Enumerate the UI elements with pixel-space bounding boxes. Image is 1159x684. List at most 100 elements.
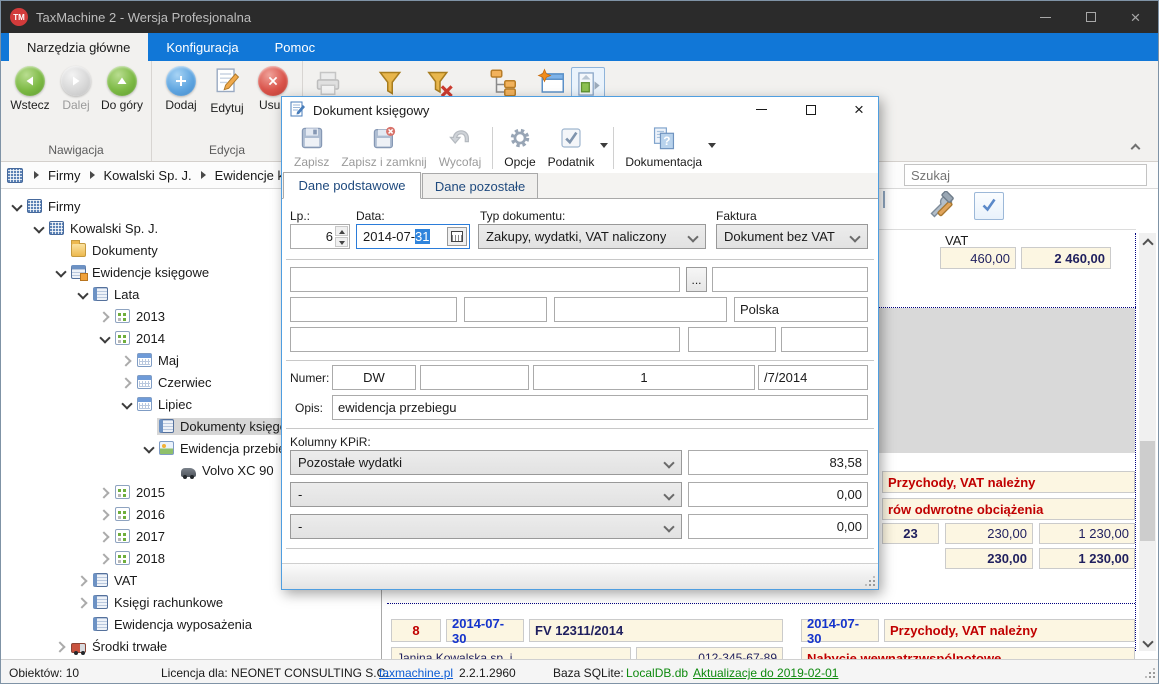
grid-cell-doc-number[interactable]: FV 12311/2014 xyxy=(529,619,783,642)
chevron-right-icon[interactable] xyxy=(97,550,113,566)
grid-cell-date[interactable]: 2014-07-30 xyxy=(446,619,524,642)
chevron-down-icon[interactable] xyxy=(600,143,608,148)
documentation-button[interactable]: ? Dokumentacja xyxy=(619,125,708,170)
chevron-down-icon[interactable] xyxy=(141,440,157,456)
tab-konfiguracja[interactable]: Konfiguracja xyxy=(148,33,256,61)
save-button[interactable]: Zapisz xyxy=(288,125,335,170)
nip-input[interactable] xyxy=(781,327,868,352)
website-link[interactable]: taxmachine.pl xyxy=(379,666,453,680)
forward-button[interactable]: Dalej xyxy=(53,64,99,112)
dialog-maximize-button[interactable] xyxy=(794,97,828,122)
number-value-input[interactable] xyxy=(533,365,755,390)
grid-cell-contractor[interactable]: Janina Kowalska sp. j. xyxy=(391,647,631,659)
scrollbar-thumb[interactable] xyxy=(1140,441,1155,541)
grid-cell-category[interactable]: rów odwrotne obciążenia xyxy=(882,498,1135,520)
maximize-button[interactable] xyxy=(1068,1,1113,33)
grid-columns-button[interactable] xyxy=(883,192,885,207)
grid-cell-category[interactable]: Nabycie wewnątrzwspólnotowe xyxy=(801,647,1135,659)
vertical-scrollbar[interactable] xyxy=(1139,233,1156,651)
chevron-down-icon[interactable] xyxy=(97,330,113,346)
chevron-right-icon[interactable] xyxy=(97,308,113,324)
calendar-button[interactable] xyxy=(447,227,467,246)
chevron-down-icon[interactable] xyxy=(53,264,69,280)
contractor-lookup-button[interactable]: ... xyxy=(686,267,707,292)
kpir-column-select-3[interactable]: - xyxy=(290,514,682,539)
chevron-down-icon[interactable] xyxy=(119,396,135,412)
breadcrumb-item-firmy[interactable]: Firmy xyxy=(48,168,81,183)
stepper-down-icon[interactable] xyxy=(335,237,348,247)
address-city-input[interactable] xyxy=(554,297,727,322)
number-prefix-input[interactable] xyxy=(332,365,416,390)
undo-button[interactable]: Wycofaj xyxy=(433,125,488,170)
back-button[interactable]: Wstecz xyxy=(7,64,53,112)
kpir-amount-input-2[interactable] xyxy=(688,482,868,507)
number-middle-input[interactable] xyxy=(420,365,529,390)
contractor-name-input[interactable] xyxy=(290,267,680,292)
grid-cell-net[interactable]: 230,00 xyxy=(945,523,1033,544)
tab-pomoc[interactable]: Pomoc xyxy=(257,33,333,61)
up-button[interactable]: Do góry xyxy=(99,64,145,112)
date-field[interactable]: 2014-07-31 xyxy=(356,224,470,249)
postal-code-input[interactable] xyxy=(688,327,776,352)
kpir-amount-input-1[interactable] xyxy=(688,450,868,475)
edit-button[interactable]: Edytuj xyxy=(204,64,250,115)
contractor-fullname-input[interactable] xyxy=(290,327,680,352)
confirm-button[interactable] xyxy=(974,192,1004,220)
description-input[interactable] xyxy=(332,395,868,420)
grid-cell-nip[interactable]: 012-345-67-89 xyxy=(636,647,783,659)
grid-cell-lp[interactable]: 8 xyxy=(391,619,441,642)
chevron-right-icon[interactable] xyxy=(119,374,135,390)
dialog-close-button[interactable]: × xyxy=(842,97,876,122)
country-input[interactable] xyxy=(734,297,868,322)
grid-cell-category[interactable]: Przychody, VAT należny xyxy=(884,619,1135,642)
resize-grip[interactable] xyxy=(1143,666,1155,678)
chevron-down-icon[interactable] xyxy=(75,286,91,302)
invoice-type-select[interactable]: Dokument bez VAT xyxy=(716,224,868,249)
chevron-right-icon[interactable] xyxy=(53,638,69,654)
tab-dane-pozostale[interactable]: Dane pozostałe xyxy=(422,173,538,199)
grid-cell-total-gross[interactable]: 1 230,00 xyxy=(1039,548,1135,569)
tab-narzedzia-glowne[interactable]: Narzędzia główne xyxy=(9,33,148,61)
grid-cell-total-net[interactable]: 230,00 xyxy=(945,548,1033,569)
grid-cell-gross[interactable]: 1 230,00 xyxy=(1039,523,1135,544)
grid-cell-gross[interactable]: 2 460,00 xyxy=(1021,247,1111,269)
chevron-right-icon[interactable] xyxy=(97,528,113,544)
chevron-down-icon[interactable] xyxy=(9,198,25,214)
grid-settings-button[interactable] xyxy=(925,191,957,224)
scroll-up-button[interactable] xyxy=(1139,233,1156,250)
address-number-input[interactable] xyxy=(464,297,547,322)
kpir-amount-input-3[interactable] xyxy=(688,514,868,539)
lp-stepper[interactable]: 6 xyxy=(290,224,350,249)
grid-cell-date[interactable]: 2014-07-30 xyxy=(801,619,879,642)
breadcrumb-item-kowalski[interactable]: Kowalski Sp. J. xyxy=(104,168,192,183)
number-suffix-input[interactable] xyxy=(758,365,868,390)
collapse-ribbon-button[interactable] xyxy=(1128,139,1146,153)
search-input[interactable] xyxy=(904,164,1147,186)
chevron-down-icon[interactable] xyxy=(31,220,47,236)
grid-cell-category[interactable]: Przychody, VAT należny xyxy=(882,471,1135,493)
scroll-down-button[interactable] xyxy=(1139,634,1156,651)
chevron-right-icon[interactable] xyxy=(75,594,91,610)
stepper-up-icon[interactable] xyxy=(335,226,348,236)
kpir-column-select-2[interactable]: - xyxy=(290,482,682,507)
chevron-down-icon[interactable] xyxy=(708,143,716,148)
chevron-right-icon[interactable] xyxy=(97,484,113,500)
minimize-button[interactable] xyxy=(1023,1,1068,33)
tree-item-ewidencja-wyposazenia[interactable]: Ewidencja wyposażenia xyxy=(1,613,381,635)
dialog-resize-grip[interactable] xyxy=(863,574,875,586)
dialog-minimize-button[interactable] xyxy=(744,97,778,122)
document-type-select[interactable]: Zakupy, wydatki, VAT naliczony xyxy=(478,224,706,249)
taxpayer-button[interactable]: Podatnik xyxy=(542,125,601,170)
tree-item-ksiegi-rachunkowe[interactable]: Księgi rachunkowe xyxy=(1,591,381,613)
updates-link[interactable]: Aktualizacje do 2019-02-01 xyxy=(693,666,838,680)
options-button[interactable]: Opcje xyxy=(498,125,541,170)
contractor-extra-input[interactable] xyxy=(712,267,868,292)
save-and-close-button[interactable]: Zapisz i zamknij xyxy=(335,125,432,170)
chevron-right-icon[interactable] xyxy=(119,352,135,368)
close-button[interactable]: × xyxy=(1113,1,1158,33)
grid-cell-vat-rate[interactable]: 23 xyxy=(882,523,939,544)
chevron-right-icon[interactable] xyxy=(97,506,113,522)
add-button[interactable]: Dodaj xyxy=(158,64,204,112)
kpir-column-select-1[interactable]: Pozostałe wydatki xyxy=(290,450,682,475)
grid-cell-vat[interactable]: 460,00 xyxy=(940,247,1016,269)
